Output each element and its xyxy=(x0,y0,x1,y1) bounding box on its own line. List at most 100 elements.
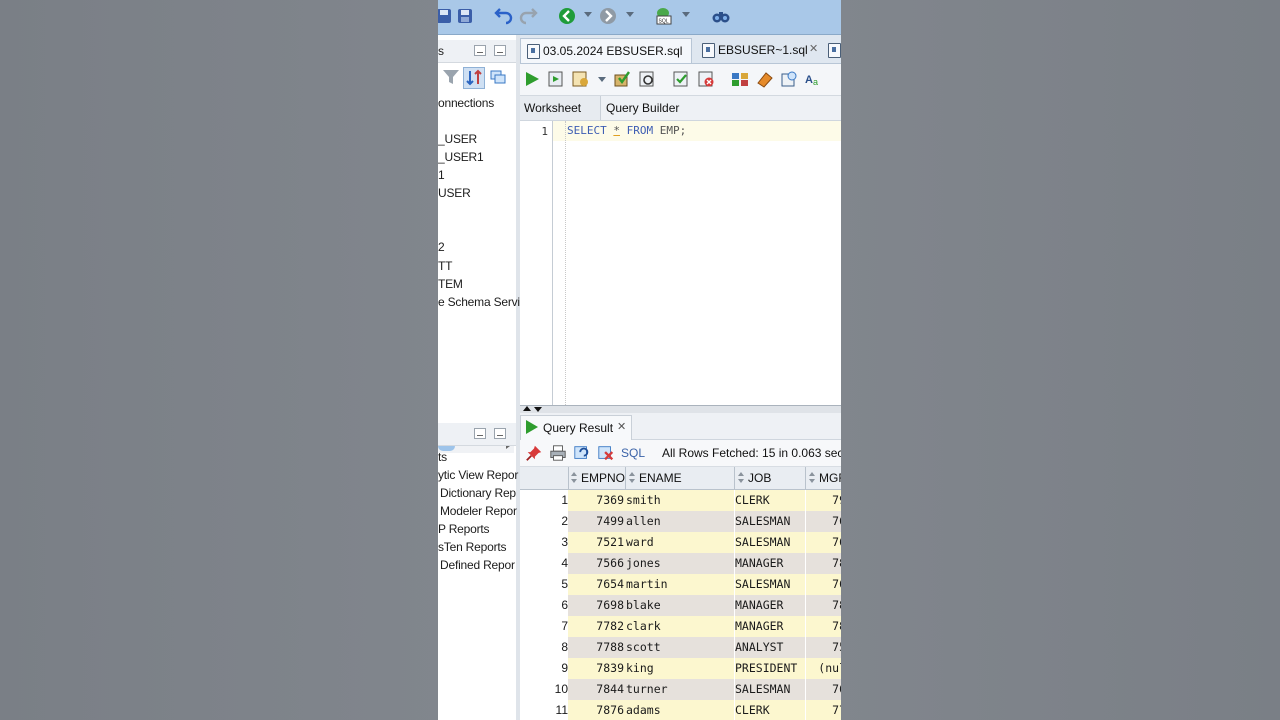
table-row[interactable]: 1 7369 smith CLERK 79 xyxy=(520,490,841,511)
table-row[interactable]: 6 7698 blake MANAGER 78 xyxy=(520,595,841,616)
cell-job[interactable]: PRESIDENT xyxy=(735,658,805,679)
save-icon[interactable] xyxy=(438,6,454,26)
cell-mgr[interactable]: 76 xyxy=(806,574,841,595)
worksheet-dropdown-icon[interactable] xyxy=(682,12,690,17)
file-tab-ebsuser-1-sql[interactable]: EBSUSER~1.sql ✕ xyxy=(696,38,841,62)
report-item[interactable]: P Reports xyxy=(438,522,490,536)
cell-ename[interactable]: adams xyxy=(626,700,734,720)
pin-icon[interactable] xyxy=(525,444,543,462)
table-row[interactable]: 7 7782 clark MANAGER 78 xyxy=(520,616,841,637)
find-binoculars-icon[interactable] xyxy=(711,6,731,26)
cell-ename[interactable]: clark xyxy=(626,616,734,637)
tab-worksheet[interactable]: Worksheet xyxy=(520,96,601,120)
cell-mgr[interactable]: 76 xyxy=(806,511,841,532)
cell-ename[interactable]: jones xyxy=(626,553,734,574)
cell-ename[interactable]: smith xyxy=(626,490,734,511)
report-item[interactable]: Modeler Repor xyxy=(440,504,517,518)
tree-item[interactable]: USER xyxy=(438,186,471,200)
minimize-window-icon[interactable] xyxy=(494,428,506,439)
cell-ename[interactable]: blake xyxy=(626,595,734,616)
column-header-job[interactable]: JOB xyxy=(735,467,806,489)
report-item[interactable]: Dictionary Rep xyxy=(440,486,516,500)
undo-icon[interactable] xyxy=(493,6,513,26)
result-grid[interactable]: EMPNO ENAME JOB MGR 1 7369 smith CLERK 7… xyxy=(520,467,841,720)
cell-empno[interactable]: 7782 xyxy=(568,616,626,637)
forward-dropdown-icon[interactable] xyxy=(626,12,634,17)
sql-editor[interactable]: 1 SELECT * FROM EMP; xyxy=(520,121,841,405)
close-tab-icon[interactable]: ✕ xyxy=(617,420,626,433)
table-row[interactable]: 2 7499 allen SALESMAN 76 xyxy=(520,511,841,532)
cell-empno[interactable]: 7788 xyxy=(568,637,626,658)
cell-empno[interactable]: 7839 xyxy=(568,658,626,679)
table-row[interactable]: 3 7521 ward SALESMAN 76 xyxy=(520,532,841,553)
cell-mgr[interactable]: 79 xyxy=(806,490,841,511)
cell-job[interactable]: MANAGER xyxy=(735,553,805,574)
autotrace-icon[interactable] xyxy=(570,69,590,89)
table-row[interactable]: 10 7844 turner SALESMAN 76 xyxy=(520,679,841,700)
cell-job[interactable]: SALESMAN xyxy=(735,574,805,595)
table-row[interactable]: 5 7654 martin SALESMAN 76 xyxy=(520,574,841,595)
report-item[interactable]: sTen Reports xyxy=(438,540,507,554)
connections-node[interactable]: onnections xyxy=(438,96,494,110)
tab-query-result[interactable]: Query Result ✕ xyxy=(520,415,632,440)
column-header-mgr[interactable]: MGR xyxy=(806,467,841,489)
forward-icon[interactable] xyxy=(598,6,618,26)
commit-icon[interactable] xyxy=(612,69,632,89)
reports-node[interactable]: ts xyxy=(438,450,447,464)
cell-job[interactable]: CLERK xyxy=(735,490,805,511)
cell-job[interactable]: SALESMAN xyxy=(735,511,805,532)
cell-empno[interactable]: 7876 xyxy=(568,700,626,720)
restore-window-icon[interactable] xyxy=(474,428,486,439)
cell-ename[interactable]: scott xyxy=(626,637,734,658)
cell-empno[interactable]: 7499 xyxy=(568,511,626,532)
close-tab-icon[interactable]: ✕ xyxy=(809,42,818,55)
back-icon[interactable] xyxy=(557,6,577,26)
table-row[interactable]: 8 7788 scott ANALYST 75 xyxy=(520,637,841,658)
sort-icon[interactable] xyxy=(571,472,577,484)
collapse-up-icon[interactable] xyxy=(523,406,531,411)
sort-icon[interactable] xyxy=(738,472,744,484)
file-tab-ebsuser-sql[interactable]: 03.05.2024 EBSUSER.sql xyxy=(520,38,692,63)
cell-job[interactable]: MANAGER xyxy=(735,595,805,616)
sql-tuning-icon[interactable] xyxy=(730,69,750,89)
cell-mgr[interactable]: (nul xyxy=(806,658,841,679)
report-item[interactable]: Defined Repor xyxy=(440,558,515,572)
column-header-empno[interactable]: EMPNO xyxy=(568,467,626,489)
tree-item[interactable]: _USER xyxy=(438,132,477,146)
rollback-icon[interactable] xyxy=(637,69,657,89)
restore-window-icon[interactable] xyxy=(474,45,486,56)
table-row[interactable]: 9 7839 king PRESIDENT (nul xyxy=(520,658,841,679)
column-header-ename[interactable]: ENAME xyxy=(626,467,735,489)
cell-empno[interactable]: 7844 xyxy=(568,679,626,700)
sql-link[interactable]: SQL xyxy=(621,446,645,460)
cell-mgr[interactable]: 75 xyxy=(806,637,841,658)
collapse-down-icon[interactable] xyxy=(534,407,542,412)
cell-ename[interactable]: allen xyxy=(626,511,734,532)
cell-empno[interactable]: 7369 xyxy=(568,490,626,511)
refresh-connections-icon[interactable] xyxy=(488,67,508,87)
run-script-icon[interactable] xyxy=(546,69,566,89)
sql-code-line[interactable]: SELECT * FROM EMP; xyxy=(567,124,686,137)
sql-worksheet-icon[interactable]: SQL xyxy=(654,6,674,26)
table-row[interactable]: 4 7566 jones MANAGER 78 xyxy=(520,553,841,574)
cell-ename[interactable]: martin xyxy=(626,574,734,595)
delete-result-icon[interactable] xyxy=(597,444,615,462)
cell-mgr[interactable]: 76 xyxy=(806,532,841,553)
report-item[interactable]: ytic View Repor xyxy=(438,468,518,482)
tree-item[interactable]: TEM xyxy=(438,277,463,291)
cell-mgr[interactable]: 78 xyxy=(806,595,841,616)
cell-ename[interactable]: king xyxy=(626,658,734,679)
table-row[interactable]: 11 7876 adams CLERK 77 xyxy=(520,700,841,720)
run-dropdown-icon[interactable] xyxy=(598,77,606,82)
save-all-icon[interactable] xyxy=(455,6,475,26)
sort-icon[interactable] xyxy=(629,472,635,484)
to-upper-lower-icon[interactable]: Aa xyxy=(804,69,824,89)
tree-item[interactable]: 2 xyxy=(438,240,445,254)
cancel-statement-icon[interactable] xyxy=(696,69,716,89)
cell-empno[interactable]: 7521 xyxy=(568,532,626,553)
cell-job[interactable]: SALESMAN xyxy=(735,532,805,553)
refresh-result-icon[interactable] xyxy=(573,444,591,462)
cell-job[interactable]: SALESMAN xyxy=(735,679,805,700)
cell-mgr[interactable]: 78 xyxy=(806,616,841,637)
tree-item[interactable]: e Schema Servi xyxy=(438,295,520,309)
